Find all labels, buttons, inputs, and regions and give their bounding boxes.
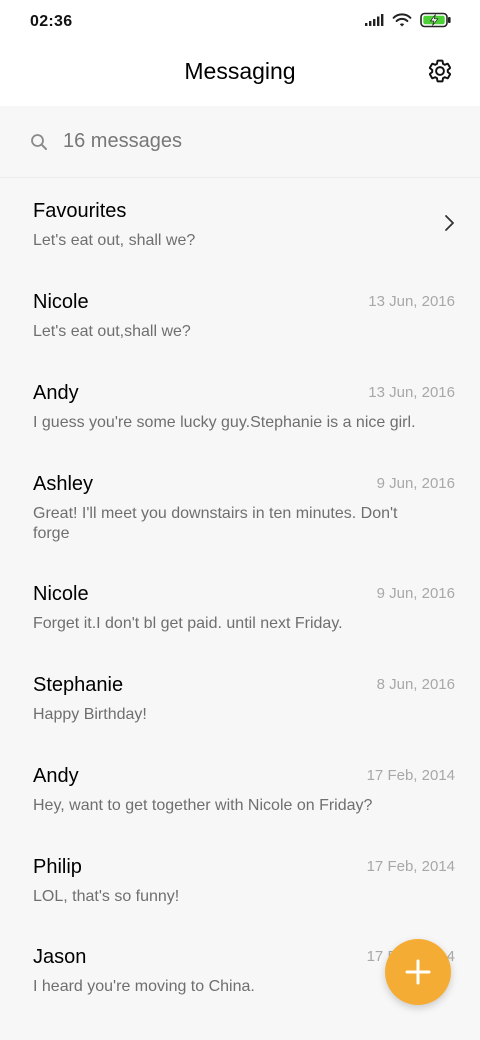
page-title: Messaging bbox=[184, 58, 296, 84]
conversation-date: 17 Feb, 2014 bbox=[366, 858, 455, 875]
list-item[interactable]: Ashley 9 Jun, 2016 Great! I'll meet you … bbox=[0, 452, 480, 562]
settings-button[interactable] bbox=[426, 57, 454, 85]
app-header: Messaging bbox=[0, 44, 480, 106]
plus-icon bbox=[405, 959, 431, 985]
conversation-preview: Forget it.I don't bl get paid. until nex… bbox=[33, 615, 343, 632]
new-message-button[interactable] bbox=[385, 939, 451, 1005]
conversation-preview: Great! I'll meet you downstairs in ten m… bbox=[33, 505, 398, 542]
status-icons bbox=[364, 12, 452, 33]
conversation-preview: I guess you're some lucky guy.Stephanie … bbox=[33, 414, 416, 431]
list-item[interactable]: Nicole 9 Jun, 2016 Forget it.I don't bl … bbox=[0, 562, 480, 653]
conversation-preview: Let's eat out, shall we? bbox=[33, 232, 196, 249]
list-item[interactable]: Andy 17 Feb, 2014 Hey, want to get toget… bbox=[0, 744, 480, 835]
list-item[interactable]: Andy 13 Jun, 2016 I guess you're some lu… bbox=[0, 361, 480, 452]
conversation-name: Favourites bbox=[33, 200, 127, 222]
search-bar[interactable]: 16 messages bbox=[0, 106, 480, 178]
conversation-preview: LOL, that's so funny! bbox=[33, 888, 180, 905]
list-item[interactable]: Philip 17 Feb, 2014 LOL, that's so funny… bbox=[0, 835, 480, 925]
conversation-date: 9 Jun, 2016 bbox=[376, 475, 455, 492]
search-input[interactable]: 16 messages bbox=[63, 130, 182, 153]
list-item[interactable]: Stephanie 8 Jun, 2016 Happy Birthday! bbox=[0, 653, 480, 744]
search-icon bbox=[30, 133, 48, 151]
wifi-icon bbox=[392, 12, 412, 33]
chevron-right-icon bbox=[442, 214, 456, 232]
signal-icon bbox=[364, 13, 384, 32]
status-bar: 02:36 bbox=[0, 0, 480, 44]
conversation-preview: Let's eat out,shall we? bbox=[33, 323, 191, 340]
conversation-date: 13 Jun, 2016 bbox=[368, 384, 455, 401]
favourites-row[interactable]: Favourites Let's eat out, shall we? bbox=[0, 179, 480, 270]
status-time: 02:36 bbox=[30, 13, 73, 30]
conversation-date: 8 Jun, 2016 bbox=[376, 676, 455, 693]
conversation-date: 17 Feb, 2014 bbox=[366, 767, 455, 784]
battery-charging-icon bbox=[420, 12, 452, 33]
gear-icon bbox=[428, 59, 452, 83]
list-item[interactable]: Nicole 13 Jun, 2016 Let's eat out,shall … bbox=[0, 270, 480, 361]
conversation-list: Favourites Let's eat out, shall we? Nico… bbox=[0, 179, 480, 1015]
conversation-date: 13 Jun, 2016 bbox=[368, 293, 455, 310]
conversation-date: 9 Jun, 2016 bbox=[376, 585, 455, 602]
conversation-preview: Hey, want to get together with Nicole on… bbox=[33, 797, 373, 814]
conversation-preview: Happy Birthday! bbox=[33, 706, 147, 723]
